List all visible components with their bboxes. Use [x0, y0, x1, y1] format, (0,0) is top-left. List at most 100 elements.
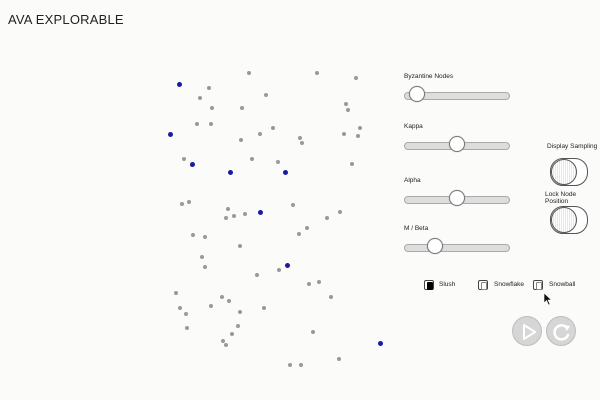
honest-node[interactable] — [191, 233, 195, 237]
honest-node[interactable] — [195, 122, 199, 126]
reset-button[interactable] — [546, 316, 576, 346]
honest-node[interactable] — [356, 134, 360, 138]
byzantine-node[interactable] — [378, 341, 383, 346]
honest-node[interactable] — [178, 306, 182, 310]
app-title: AVA EXPLORABLE — [8, 12, 124, 27]
slider-label: M / Beta — [404, 225, 429, 232]
honest-node[interactable] — [180, 202, 184, 206]
honest-node[interactable] — [182, 157, 186, 161]
honest-node[interactable] — [174, 291, 178, 295]
play-icon — [523, 324, 536, 340]
honest-node[interactable] — [239, 138, 243, 142]
honest-node[interactable] — [207, 86, 211, 90]
slider-label: Alpha — [404, 177, 421, 184]
byzantine-node[interactable] — [283, 170, 288, 175]
protocol-option-snowball[interactable] — [533, 280, 543, 290]
honest-node[interactable] — [305, 226, 309, 230]
honest-node[interactable] — [187, 200, 191, 204]
honest-node[interactable] — [325, 216, 329, 220]
honest-node[interactable] — [317, 280, 321, 284]
protocol-option-snowflake[interactable] — [478, 280, 488, 290]
honest-node[interactable] — [210, 106, 214, 110]
honest-node[interactable] — [358, 126, 362, 130]
honest-node[interactable] — [203, 265, 207, 269]
honest-node[interactable] — [344, 102, 348, 106]
slider-thumb[interactable] — [449, 190, 465, 206]
honest-node[interactable] — [230, 332, 234, 336]
honest-node[interactable] — [299, 363, 303, 367]
honest-node[interactable] — [350, 162, 354, 166]
protocol-label-snowball: Snowball — [549, 281, 576, 288]
slider-thumb[interactable] — [449, 136, 465, 152]
honest-node[interactable] — [209, 304, 213, 308]
honest-node[interactable] — [224, 343, 228, 347]
protocol-label-snowflake: Snowflake — [494, 281, 524, 288]
honest-node[interactable] — [262, 306, 266, 310]
honest-node[interactable] — [224, 216, 228, 220]
checkbox-mark — [427, 282, 433, 290]
honest-node[interactable] — [315, 71, 319, 75]
honest-node[interactable] — [338, 210, 342, 214]
honest-node[interactable] — [250, 157, 254, 161]
byzantine-node[interactable] — [285, 263, 290, 268]
honest-node[interactable] — [226, 207, 230, 211]
slider-alpha[interactable]: Alpha — [404, 176, 514, 206]
slider-track[interactable] — [404, 244, 510, 252]
honest-node[interactable] — [288, 363, 292, 367]
honest-node[interactable] — [264, 93, 268, 97]
honest-node[interactable] — [271, 126, 275, 130]
slider-byzantine-nodes[interactable]: Byzantine Nodes — [404, 72, 514, 102]
toggle-knob[interactable] — [551, 207, 577, 233]
honest-node[interactable] — [337, 357, 341, 361]
slider-label: Byzantine Nodes — [404, 73, 454, 80]
honest-node[interactable] — [238, 244, 242, 248]
honest-node[interactable] — [291, 203, 295, 207]
honest-node[interactable] — [255, 273, 259, 277]
byzantine-node[interactable] — [168, 132, 173, 137]
display-sampling-toggle[interactable] — [550, 158, 588, 186]
honest-node[interactable] — [300, 141, 304, 145]
slider-label: Kappa — [404, 123, 423, 130]
honest-node[interactable] — [297, 232, 301, 236]
honest-node[interactable] — [307, 282, 311, 286]
byzantine-node[interactable] — [258, 210, 263, 215]
honest-node[interactable] — [311, 330, 315, 334]
toggle-label-display-sampling: Display Sampling — [547, 143, 598, 150]
protocol-option-slush[interactable] — [424, 280, 434, 290]
honest-node[interactable] — [240, 106, 244, 110]
honest-node[interactable] — [354, 76, 358, 80]
honest-node[interactable] — [243, 212, 247, 216]
honest-node[interactable] — [200, 255, 204, 259]
honest-node[interactable] — [258, 132, 262, 136]
toggle-knob[interactable] — [551, 159, 577, 185]
byzantine-node[interactable] — [177, 82, 182, 87]
honest-node[interactable] — [277, 268, 281, 272]
honest-node[interactable] — [346, 108, 350, 112]
honest-node[interactable] — [329, 295, 333, 299]
honest-node[interactable] — [220, 295, 224, 299]
toggle-label-lock-node-position: Lock Node Position — [545, 191, 577, 205]
slider-m-beta[interactable]: M / Beta — [404, 224, 514, 254]
lock-node-position-toggle[interactable] — [550, 206, 588, 234]
honest-node[interactable] — [227, 299, 231, 303]
honest-node[interactable] — [209, 122, 213, 126]
play-button[interactable] — [512, 316, 542, 346]
honest-node[interactable] — [185, 326, 189, 330]
honest-node[interactable] — [276, 160, 280, 164]
honest-node[interactable] — [184, 312, 188, 316]
honest-node[interactable] — [236, 324, 240, 328]
honest-node[interactable] — [342, 132, 346, 136]
byzantine-node[interactable] — [190, 162, 195, 167]
honest-node[interactable] — [198, 96, 202, 100]
honest-node[interactable] — [247, 71, 251, 75]
honest-node[interactable] — [298, 136, 302, 140]
checkbox-mark — [536, 282, 542, 290]
slider-thumb[interactable] — [427, 238, 443, 254]
slider-thumb[interactable] — [409, 86, 425, 102]
honest-node[interactable] — [238, 310, 242, 314]
honest-node[interactable] — [232, 214, 236, 218]
slider-kappa[interactable]: Kappa — [404, 122, 514, 152]
network-canvas[interactable] — [160, 60, 400, 380]
byzantine-node[interactable] — [228, 170, 233, 175]
honest-node[interactable] — [203, 235, 207, 239]
